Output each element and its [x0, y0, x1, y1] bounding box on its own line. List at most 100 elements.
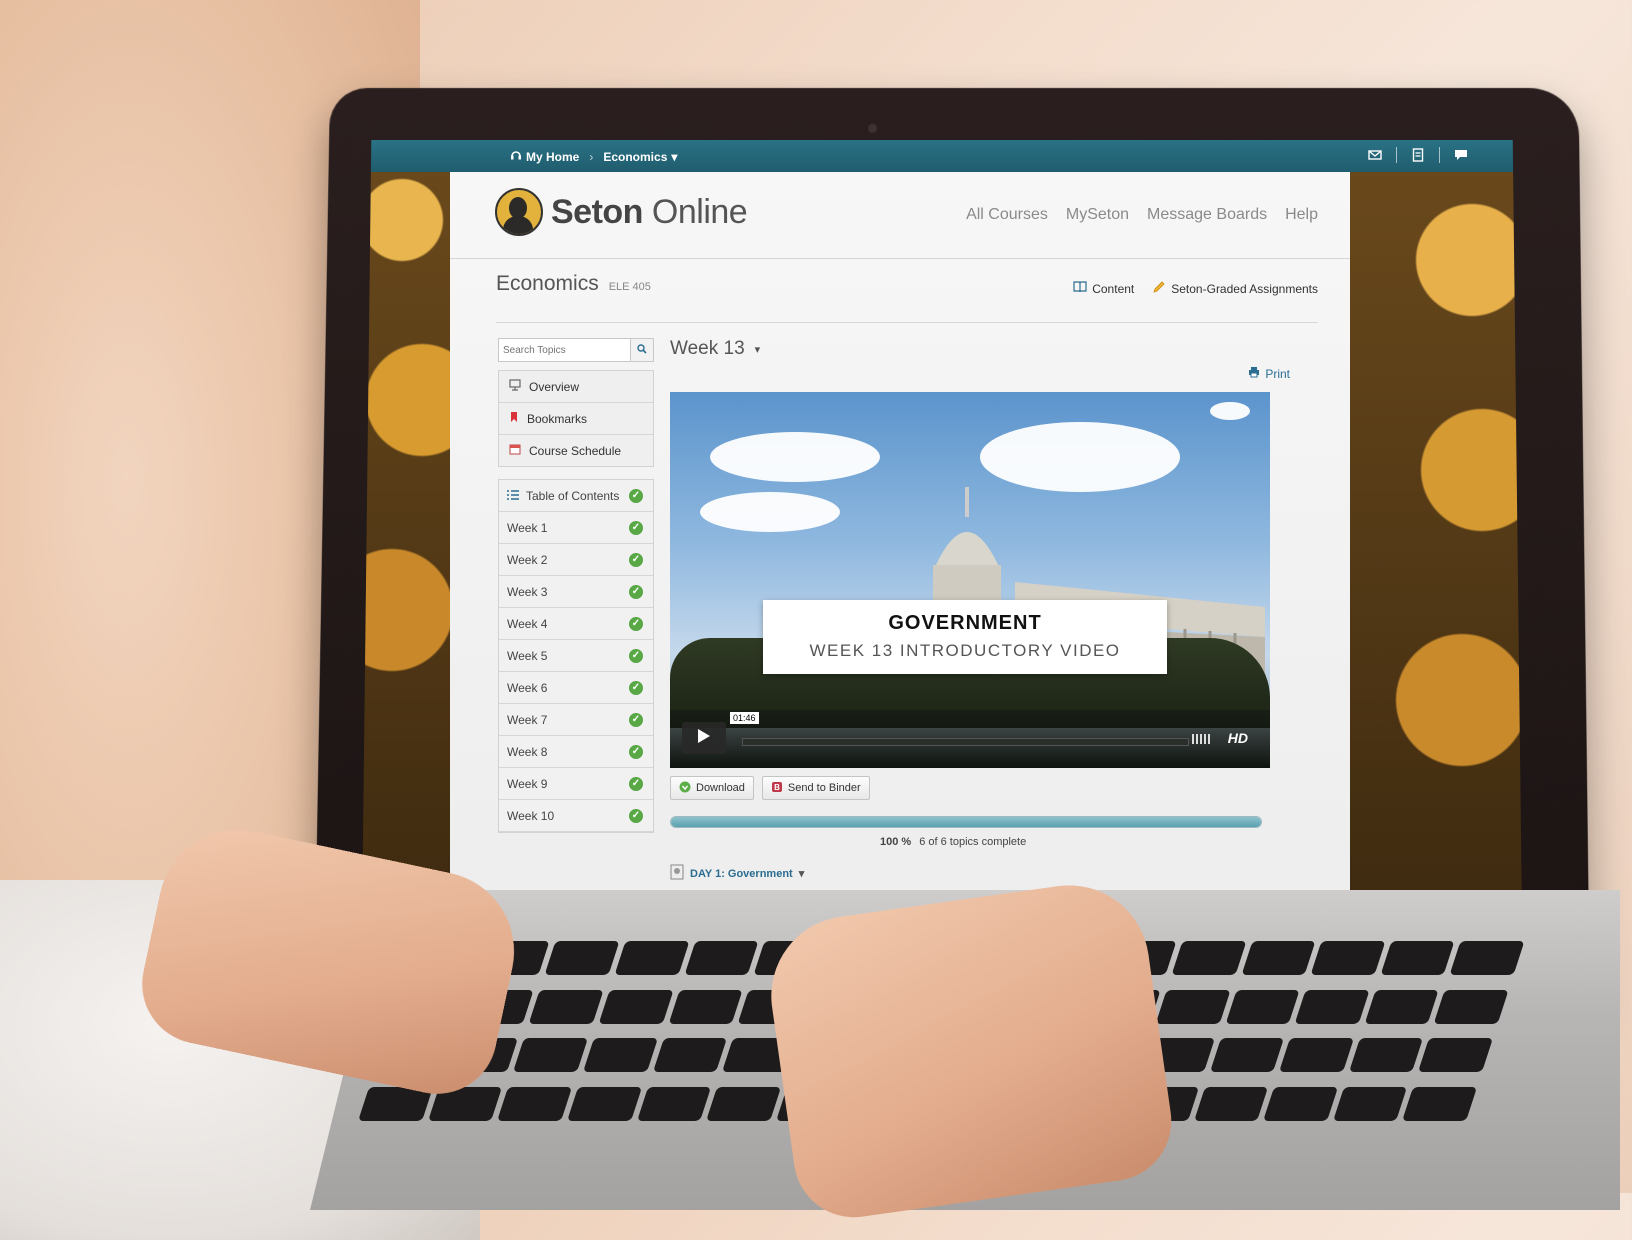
video-time: 01:46	[730, 712, 759, 724]
toc-week[interactable]: Week 4 ✓	[499, 608, 653, 640]
svg-text:B: B	[774, 783, 780, 792]
toc-week-label: Week 9	[507, 776, 548, 791]
toc-week[interactable]: Week 5 ✓	[499, 640, 653, 672]
toc-week-label: Week 4	[507, 616, 548, 631]
toc-header[interactable]: Table of Contents ✓	[499, 480, 653, 512]
toc-week[interactable]: Week 7 ✓	[499, 704, 653, 736]
top-bar: My Home › Economics ▾	[362, 140, 1522, 172]
toc-week[interactable]: Week 1 ✓	[499, 512, 653, 544]
calendar-icon	[509, 443, 521, 458]
toc-week[interactable]: Week 6 ✓	[499, 672, 653, 704]
caret-down-icon: ▾	[671, 149, 678, 164]
overview-icon	[509, 379, 521, 394]
course-code: ELE 405	[608, 281, 651, 293]
document-icon	[670, 864, 684, 883]
download-button[interactable]: Download	[670, 776, 754, 800]
main-content: Week 13 ▾ Print GOVERNMENT WEEK 13 INTRO…	[670, 338, 1290, 914]
logo-text-bold: Seton	[551, 192, 643, 231]
binder-icon: B	[771, 781, 783, 796]
bookmark-icon	[509, 411, 519, 426]
page: Seton Online All Courses MySeton Message…	[450, 172, 1350, 920]
chat-icon[interactable]	[1452, 146, 1470, 164]
cloud-shape	[980, 422, 1180, 492]
search-box	[498, 338, 654, 362]
progress-percent: 100 %	[880, 836, 912, 848]
toc-week-label: Week 2	[507, 552, 548, 567]
nav-message-boards[interactable]: Message Boards	[1147, 206, 1267, 224]
breadcrumb-course[interactable]: Economics ▾	[603, 150, 677, 164]
tool-divider	[1396, 147, 1397, 163]
volume-control[interactable]	[1192, 734, 1210, 744]
play-button[interactable]	[682, 722, 726, 754]
content-link-label: Content	[1092, 281, 1135, 296]
toc-week[interactable]: Week 10 ✓	[499, 800, 653, 832]
video-actions: Download B Send to Binder	[670, 776, 870, 800]
sidebar-item-course-schedule[interactable]: Course Schedule	[499, 435, 653, 466]
sidebar: Overview Bookmarks Course Schedule	[498, 338, 654, 845]
toc-week-label: Week 8	[507, 744, 548, 759]
cloud-shape	[1210, 402, 1250, 420]
video-title-card: GOVERNMENT WEEK 13 INTRODUCTORY VIDEO	[763, 600, 1167, 674]
nav-myseton[interactable]: MySeton	[1066, 206, 1129, 224]
breadcrumb-course-label: Economics	[603, 149, 668, 164]
check-icon: ✓	[629, 488, 643, 503]
seek-bar[interactable]	[742, 738, 1189, 746]
mail-icon[interactable]	[1366, 146, 1384, 164]
laptop-screen: My Home › Economics ▾ Seton Online All C…	[362, 140, 1522, 920]
course-title: Economics	[496, 272, 599, 295]
nav-help[interactable]: Help	[1285, 206, 1318, 224]
video-subtitle: WEEK 13 INTRODUCTORY VIDEO	[809, 641, 1121, 660]
send-to-binder-button[interactable]: B Send to Binder	[761, 776, 870, 800]
day-label: DAY 1: Government	[690, 867, 793, 880]
video-player[interactable]: GOVERNMENT WEEK 13 INTRODUCTORY VIDEO 01…	[670, 392, 1270, 768]
download-icon	[679, 781, 691, 796]
print-button[interactable]: Print	[1248, 366, 1290, 381]
hd-toggle[interactable]: HD	[1228, 730, 1248, 746]
check-icon: ✓	[629, 616, 643, 631]
toc-week[interactable]: Week 9 ✓	[499, 768, 653, 800]
site-logo[interactable]: Seton Online	[495, 188, 748, 236]
progress-text: 100 % 6 of 6 topics complete	[880, 836, 1026, 848]
pencil-icon	[1152, 280, 1166, 297]
toc-week-label: Week 3	[507, 584, 548, 599]
notes-icon[interactable]	[1409, 146, 1427, 164]
download-label: Download	[696, 782, 745, 794]
header-divider	[496, 322, 1318, 323]
caret-down-icon: ▾	[754, 343, 761, 356]
toc-week[interactable]: Week 2 ✓	[499, 544, 653, 576]
breadcrumb-home[interactable]: My Home	[510, 149, 579, 164]
search-button[interactable]	[630, 339, 653, 361]
breadcrumb: My Home › Economics ▾	[510, 149, 677, 164]
check-icon: ✓	[629, 552, 643, 567]
day-section[interactable]: DAY 1: Government ▾	[670, 864, 804, 883]
print-label: Print	[1265, 366, 1290, 381]
toc-week[interactable]: Week 8 ✓	[499, 736, 653, 768]
headset-icon	[510, 149, 522, 164]
toc-week-label: Week 5	[507, 648, 548, 663]
breadcrumb-home-label: My Home	[526, 149, 580, 164]
week-selector[interactable]: Week 13 ▾	[670, 338, 1290, 360]
toc-label: Table of Contents	[526, 488, 620, 503]
caret-down-icon: ▾	[798, 868, 805, 880]
toc-week[interactable]: Week 3 ✓	[499, 576, 653, 608]
sidebar-item-bookmarks[interactable]: Bookmarks	[499, 403, 653, 435]
sidebar-item-overview[interactable]: Overview	[499, 371, 653, 403]
nav-all-courses[interactable]: All Courses	[966, 206, 1048, 224]
video-controls: 01:46 HD	[670, 710, 1270, 768]
binder-label: Send to Binder	[787, 782, 861, 794]
search-input[interactable]	[499, 339, 630, 361]
quick-links-panel: Overview Bookmarks Course Schedule	[498, 370, 654, 467]
logo-emblem	[495, 188, 543, 236]
course-links: Content Seton-Graded Assignments	[1073, 280, 1318, 297]
assignments-link[interactable]: Seton-Graded Assignments	[1152, 280, 1318, 297]
progress-fill	[671, 817, 1261, 827]
camera	[868, 123, 878, 133]
top-tools	[1366, 146, 1470, 164]
check-icon: ✓	[629, 680, 643, 695]
content-link[interactable]: Content	[1073, 281, 1134, 296]
site-header: Seton Online All Courses MySeton Message…	[450, 172, 1350, 259]
course-heading: Economics ELE 405	[496, 272, 651, 296]
search-icon	[637, 341, 647, 359]
chevron-right-icon: ›	[589, 149, 594, 164]
main-nav: All Courses MySeton Message Boards Help	[966, 206, 1318, 224]
